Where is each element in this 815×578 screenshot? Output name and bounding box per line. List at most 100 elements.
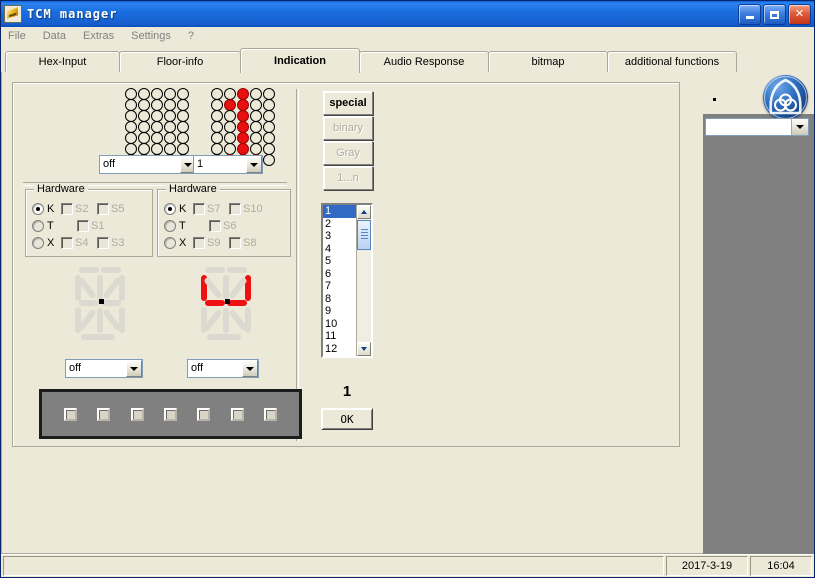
led-cell[interactable] bbox=[211, 88, 223, 100]
list-item[interactable]: 8 bbox=[323, 293, 356, 306]
led-cell[interactable] bbox=[164, 121, 176, 133]
led-cell[interactable] bbox=[138, 121, 150, 133]
led-cell[interactable] bbox=[151, 88, 163, 100]
minimize-button[interactable] bbox=[738, 4, 761, 25]
right-side-select-value[interactable] bbox=[706, 119, 791, 135]
led-cell[interactable] bbox=[237, 132, 249, 144]
led-cell[interactable] bbox=[211, 121, 223, 133]
right-side-select[interactable] bbox=[705, 118, 809, 136]
indicator-checkbox[interactable] bbox=[264, 408, 277, 421]
radio-x-right[interactable] bbox=[164, 237, 176, 249]
radio-k-left[interactable] bbox=[32, 203, 44, 215]
checkbox-s6[interactable] bbox=[209, 220, 221, 232]
led-cell[interactable] bbox=[237, 88, 249, 100]
led-cell[interactable] bbox=[263, 88, 275, 100]
list-item[interactable]: 6 bbox=[323, 268, 356, 281]
led-cell[interactable] bbox=[164, 132, 176, 144]
led-cell[interactable] bbox=[211, 143, 223, 155]
matrix-left-select[interactable]: off bbox=[99, 155, 197, 174]
led-cell[interactable] bbox=[125, 121, 137, 133]
led-cell[interactable] bbox=[138, 143, 150, 155]
indicator-checkbox[interactable] bbox=[64, 408, 77, 421]
segment-display-left[interactable] bbox=[71, 267, 131, 339]
led-cell[interactable] bbox=[164, 99, 176, 111]
led-cell[interactable] bbox=[263, 132, 275, 144]
checkbox-s1[interactable] bbox=[77, 220, 89, 232]
list-item[interactable]: 10 bbox=[323, 318, 356, 331]
led-cell[interactable] bbox=[177, 88, 189, 100]
checkbox-s2[interactable] bbox=[61, 203, 73, 215]
segment-upper-center-vertical[interactable] bbox=[223, 275, 229, 300]
segment-middle-left-horizontal[interactable] bbox=[205, 300, 225, 306]
led-cell[interactable] bbox=[263, 143, 275, 155]
chevron-down-icon[interactable] bbox=[791, 119, 808, 135]
segment-top-left-horizontal[interactable] bbox=[79, 267, 99, 273]
led-cell[interactable] bbox=[125, 99, 137, 111]
led-cell[interactable] bbox=[224, 88, 236, 100]
list-item[interactable]: 5 bbox=[323, 255, 356, 268]
led-cell[interactable] bbox=[250, 143, 262, 155]
segment-top-right-horizontal[interactable] bbox=[227, 267, 247, 273]
indicator-checkbox[interactable] bbox=[131, 408, 144, 421]
segment-left-select[interactable]: off bbox=[65, 359, 143, 378]
radio-t-left[interactable] bbox=[32, 220, 44, 232]
close-button[interactable]: ✕ bbox=[788, 4, 811, 25]
segment-display-right[interactable] bbox=[197, 267, 257, 339]
led-cell[interactable] bbox=[237, 143, 249, 155]
led-cell[interactable] bbox=[263, 110, 275, 122]
segment-lower-right-vertical[interactable] bbox=[119, 307, 125, 333]
led-cell[interactable] bbox=[224, 110, 236, 122]
led-cell[interactable] bbox=[237, 110, 249, 122]
led-cell[interactable] bbox=[125, 88, 137, 100]
segment-top-left-horizontal[interactable] bbox=[205, 267, 225, 273]
matrix-right-select[interactable]: 1 bbox=[193, 155, 263, 174]
chevron-down-icon[interactable] bbox=[242, 360, 258, 377]
list-item[interactable]: 3 bbox=[323, 230, 356, 243]
led-cell[interactable] bbox=[138, 99, 150, 111]
led-matrix-right[interactable] bbox=[211, 88, 276, 165]
special-button[interactable]: special bbox=[323, 91, 373, 115]
tab-floor-info[interactable]: Floor-info bbox=[119, 51, 241, 72]
indicator-checkbox[interactable] bbox=[164, 408, 177, 421]
tab-bitmap[interactable]: bitmap bbox=[488, 51, 608, 72]
led-cell[interactable] bbox=[164, 143, 176, 155]
led-cell[interactable] bbox=[224, 121, 236, 133]
radio-k-right[interactable] bbox=[164, 203, 176, 215]
chevron-down-icon[interactable] bbox=[126, 360, 142, 377]
indicator-checkbox[interactable] bbox=[197, 408, 210, 421]
led-cell[interactable] bbox=[151, 132, 163, 144]
led-cell[interactable] bbox=[125, 132, 137, 144]
segment-upper-center-vertical[interactable] bbox=[97, 275, 103, 300]
led-cell[interactable] bbox=[250, 132, 262, 144]
checkbox-s8[interactable] bbox=[229, 237, 241, 249]
led-cell[interactable] bbox=[177, 110, 189, 122]
checkbox-s9[interactable] bbox=[193, 237, 205, 249]
led-cell[interactable] bbox=[250, 121, 262, 133]
indicator-checkbox[interactable] bbox=[231, 408, 244, 421]
led-cell[interactable] bbox=[211, 99, 223, 111]
list-item[interactable]: 9 bbox=[323, 305, 356, 318]
led-cell[interactable] bbox=[250, 110, 262, 122]
led-cell[interactable] bbox=[237, 121, 249, 133]
tab-audio-response[interactable]: Audio Response bbox=[359, 51, 489, 72]
segment-top-right-horizontal[interactable] bbox=[101, 267, 121, 273]
menu-item-file[interactable]: File bbox=[8, 30, 26, 42]
led-cell[interactable] bbox=[211, 132, 223, 144]
led-matrix-left[interactable] bbox=[125, 88, 190, 165]
led-cell[interactable] bbox=[138, 132, 150, 144]
list-item[interactable]: 2 bbox=[323, 218, 356, 231]
led-cell[interactable] bbox=[224, 143, 236, 155]
led-cell[interactable] bbox=[224, 132, 236, 144]
led-cell[interactable] bbox=[177, 121, 189, 133]
segment-bottom-horizontal[interactable] bbox=[81, 334, 115, 340]
led-cell[interactable] bbox=[263, 121, 275, 133]
list-item[interactable]: 4 bbox=[323, 243, 356, 256]
list-item[interactable]: 7 bbox=[323, 280, 356, 293]
led-cell[interactable] bbox=[164, 110, 176, 122]
led-cell[interactable] bbox=[177, 143, 189, 155]
checkbox-s10[interactable] bbox=[229, 203, 241, 215]
led-cell[interactable] bbox=[151, 121, 163, 133]
checkbox-s3[interactable] bbox=[97, 237, 109, 249]
list-item[interactable]: 11 bbox=[323, 330, 356, 343]
listbox-scrollbar[interactable] bbox=[356, 205, 371, 356]
